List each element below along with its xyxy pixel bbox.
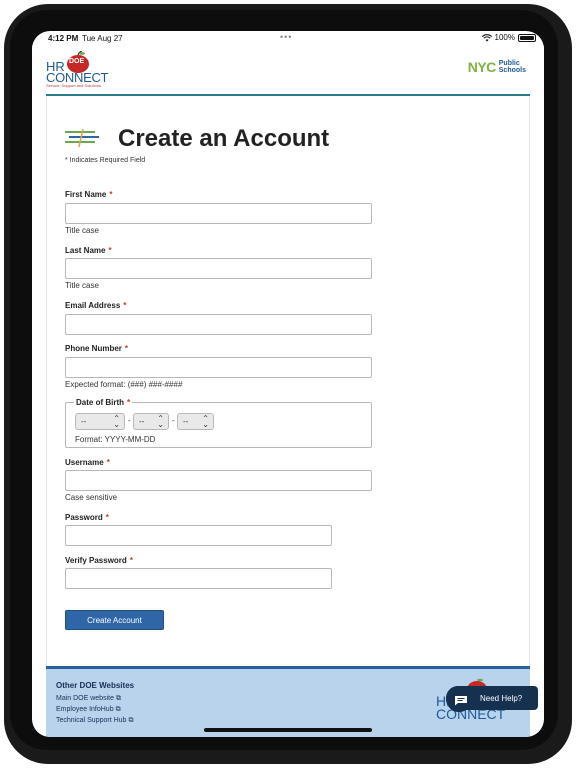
dob-day-value: --	[183, 417, 189, 426]
first-name-label-text: First Name	[65, 190, 107, 199]
page-title: Create an Account	[118, 125, 330, 152]
select-caret-icon: ⌃ ⌄	[157, 414, 164, 429]
main-panel: Create an Account * Indicates Required F…	[46, 96, 530, 666]
status-bar: 4:12 PM Tue Aug 27 ••• 100%	[32, 31, 544, 45]
username-label: Username *	[65, 458, 110, 467]
battery-icon	[518, 33, 536, 42]
verify-password-label: Verify Password *	[65, 556, 133, 565]
footer-link-label: Employee InfoHub	[56, 706, 114, 713]
external-link-icon: ⧉	[115, 695, 121, 702]
logo-doe-text: DOE	[69, 58, 85, 65]
form-lines-icon	[65, 129, 99, 147]
first-name-hint: Title case	[65, 226, 99, 235]
nyc-line-1: Public	[498, 60, 520, 67]
required-star: *	[129, 556, 133, 565]
username-label-text: Username	[65, 458, 104, 467]
status-time: 4:12 PM	[48, 34, 79, 43]
status-date: Tue Aug 27	[82, 34, 123, 43]
email-label-text: Email Address	[65, 301, 121, 310]
footer-link-label: Technical Support Hub	[56, 717, 127, 724]
dob-separator: -	[172, 416, 175, 425]
username-hint: Case sensitive	[65, 493, 118, 502]
dob-separator: -	[128, 416, 131, 425]
nyc-public-schools-logo[interactable]: NYC Public Schools	[468, 59, 526, 75]
required-star: *	[127, 398, 131, 407]
first-name-label: First Name *	[65, 190, 112, 199]
status-indicators: 100%	[481, 33, 536, 42]
screen: 4:12 PM Tue Aug 27 ••• 100% DOE HR CONNE…	[32, 31, 544, 737]
required-star: *	[105, 513, 109, 522]
nyc-mark: NYC	[467, 59, 497, 75]
technical-support-hub-link[interactable]: Technical Support Hub ⧉	[56, 717, 133, 725]
required-star: *	[108, 246, 112, 255]
wifi-icon	[481, 33, 492, 41]
username-input[interactable]	[65, 470, 372, 491]
multitasking-dots-icon[interactable]: •••	[280, 32, 292, 42]
first-name-input[interactable]	[65, 203, 372, 224]
battery-percent: 100%	[494, 33, 515, 42]
help-bubble	[446, 686, 472, 712]
home-indicator[interactable]	[204, 728, 372, 732]
employee-infohub-link[interactable]: Employee InfoHub ⧉	[56, 706, 121, 714]
verify-password-label-text: Verify Password	[65, 556, 127, 565]
date-of-birth-fieldset: Date of Birth * -- ⌃ ⌄ - -- ⌃ ⌄ - -- ⌃ ⌄ For…	[65, 398, 372, 448]
external-link-icon: ⧉	[128, 717, 134, 724]
dob-format-hint: Format: YYYY-MM-DD	[75, 435, 156, 444]
main-doe-website-link[interactable]: Main DOE website ⧉	[56, 695, 121, 703]
phone-input[interactable]	[65, 357, 372, 378]
nyc-text: Public Schools	[499, 60, 526, 74]
chat-icon	[455, 696, 467, 706]
last-name-hint: Title case	[65, 281, 99, 290]
need-help-label: Need Help?	[480, 694, 523, 703]
required-star: *	[106, 458, 110, 467]
required-field-note: * Indicates Required Field	[65, 157, 146, 164]
phone-label: Phone Number *	[65, 344, 128, 353]
verify-password-input[interactable]	[65, 568, 332, 589]
email-label: Email Address *	[65, 301, 126, 310]
dob-month-select[interactable]: -- ⌃ ⌄	[133, 413, 169, 430]
last-name-label-text: Last Name	[65, 246, 106, 255]
dob-year-select[interactable]: -- ⌃ ⌄	[75, 413, 125, 430]
phone-label-text: Phone Number	[65, 344, 122, 353]
required-star: *	[109, 190, 113, 199]
password-input[interactable]	[65, 525, 332, 546]
email-input[interactable]	[65, 314, 372, 335]
nyc-line-2: Schools	[498, 67, 526, 74]
logo-tagline: Service, Support and Solutions	[46, 83, 101, 88]
site-header: DOE HR CONNECT Service, Support and Solu…	[32, 45, 544, 94]
password-label: Password *	[65, 513, 109, 522]
create-account-button[interactable]: Create Account	[65, 610, 164, 630]
external-link-icon: ⧉	[115, 706, 121, 713]
phone-hint: Expected format: (###) ###-####	[65, 380, 183, 389]
dob-month-value: --	[139, 417, 145, 426]
last-name-label: Last Name *	[65, 246, 112, 255]
select-caret-icon: ⌃ ⌄	[202, 414, 209, 429]
password-label-text: Password	[65, 513, 103, 522]
dob-year-value: --	[81, 417, 87, 426]
dob-legend-text: Date of Birth	[76, 398, 124, 407]
select-caret-icon: ⌃ ⌄	[113, 414, 120, 429]
hr-connect-logo[interactable]: DOE HR CONNECT Service, Support and Solu…	[46, 47, 116, 91]
footer-link-label: Main DOE website	[56, 695, 114, 702]
required-star: *	[123, 301, 127, 310]
footer-heading: Other DOE Websites	[56, 681, 135, 690]
last-name-input[interactable]	[65, 258, 372, 279]
required-star: *	[124, 344, 129, 353]
date-of-birth-legend: Date of Birth *	[74, 398, 133, 407]
dob-day-select[interactable]: -- ⌃ ⌄	[177, 413, 214, 430]
need-help-button[interactable]: Need Help?	[446, 686, 538, 712]
logo-connect-text: CONNECT	[46, 70, 109, 85]
